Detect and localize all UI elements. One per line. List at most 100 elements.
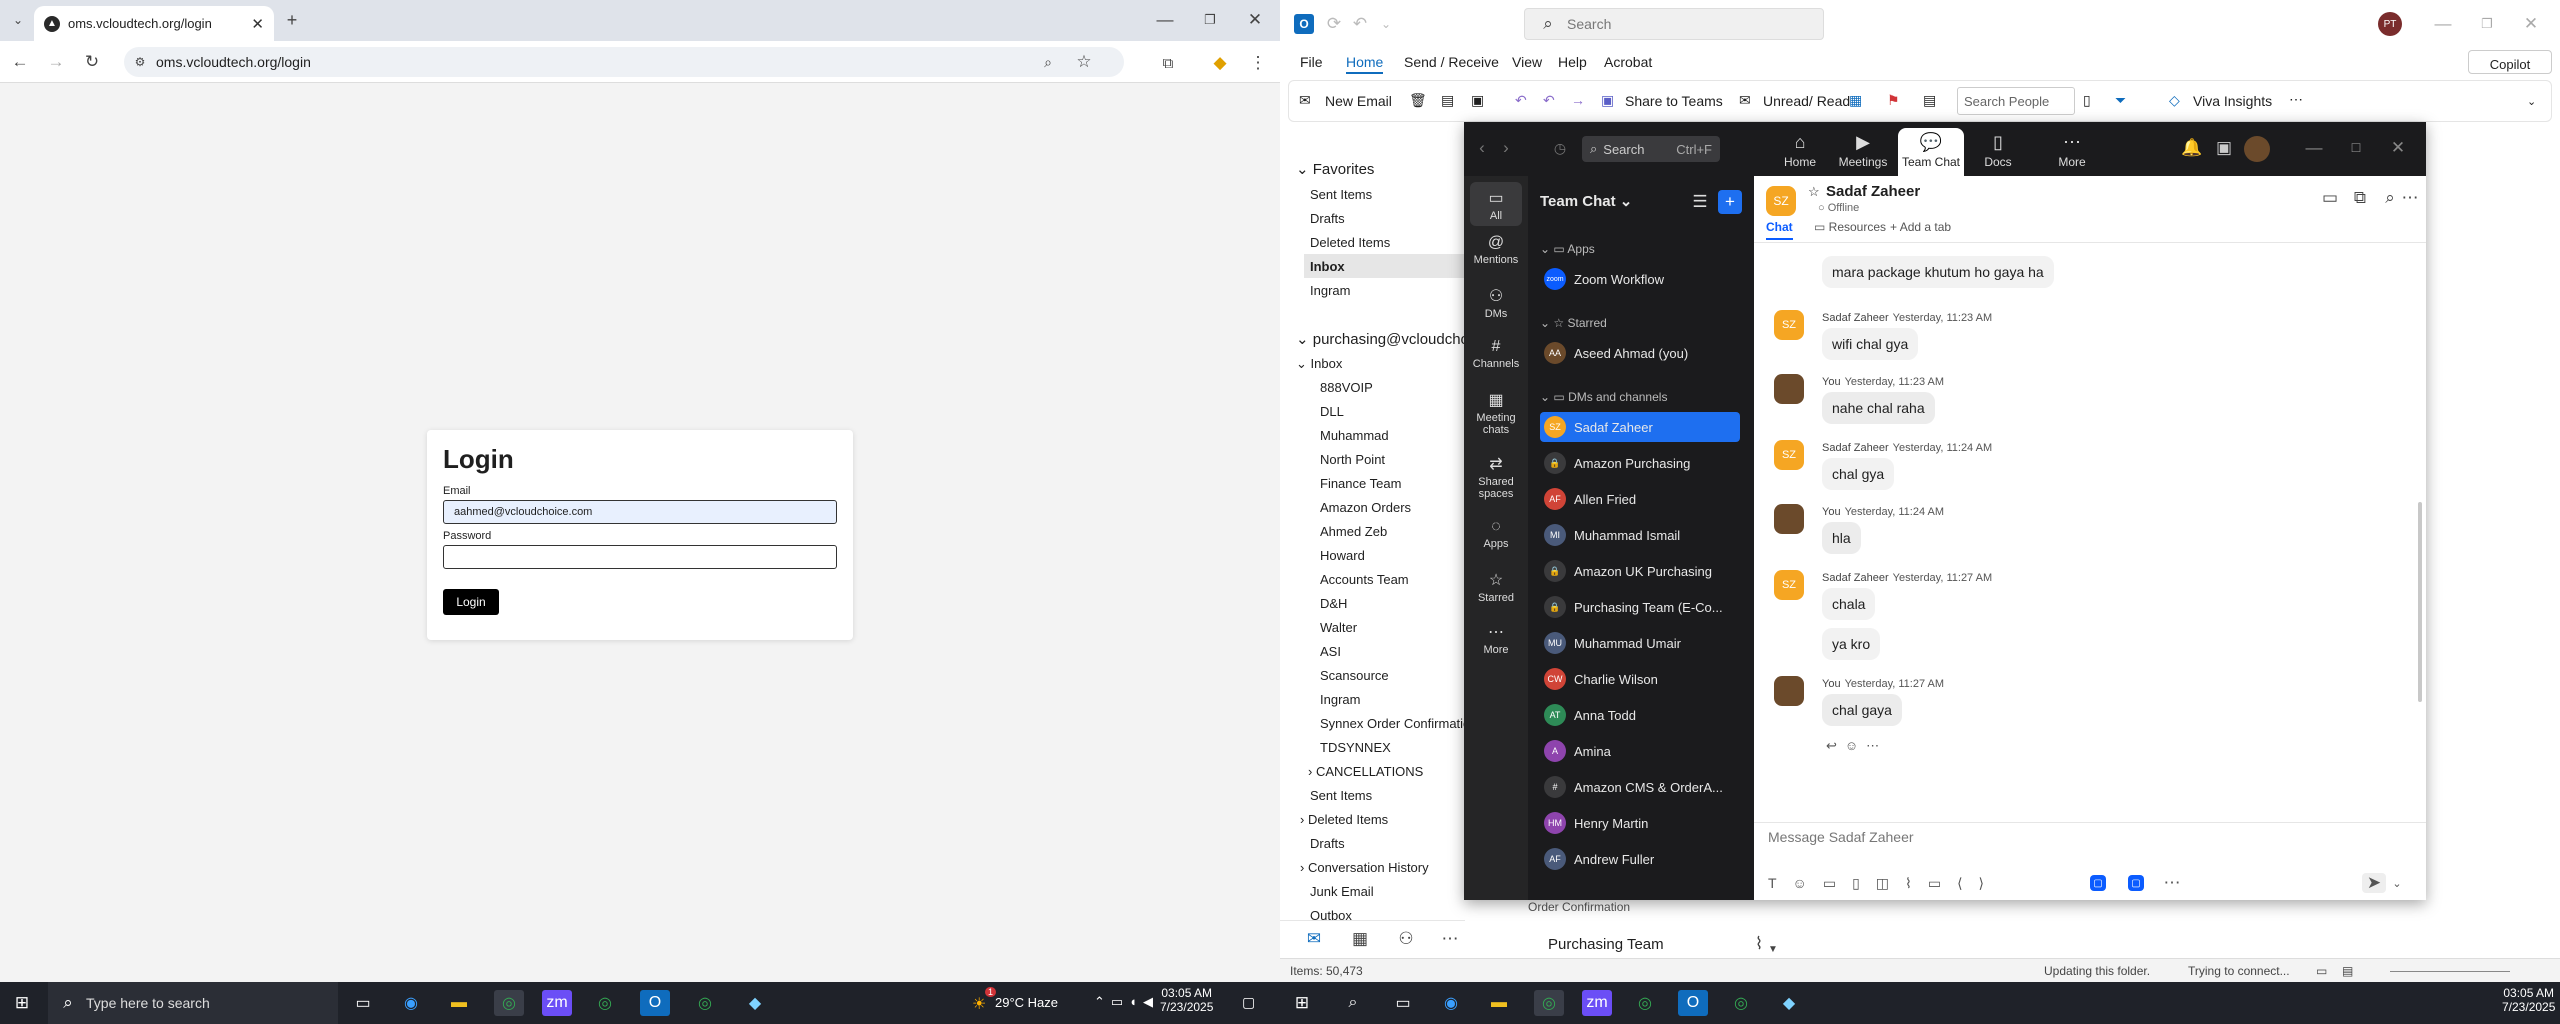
new-tab-icon[interactable]: + <box>280 10 304 30</box>
message-list-item[interactable]: Order Confirmation <box>1528 900 1630 914</box>
rail-shared-spaces[interactable]: ⇄ Shared spaces <box>1464 454 1528 500</box>
menu-acrobat[interactable]: Acrobat <box>1604 54 1652 70</box>
avatar[interactable]: PT <box>2378 12 2402 36</box>
rail-mentions[interactable]: @ Mentions <box>1464 234 1528 266</box>
rail-apps[interactable]: ◌ Apps <box>1464 518 1528 550</box>
forward-icon[interactable]: › <box>1498 138 1514 158</box>
folder-item[interactable]: Sent Items <box>1310 788 1372 803</box>
folder-item[interactable]: Walter <box>1320 620 1357 635</box>
app-icon[interactable]: ◆ <box>1774 990 1804 1016</box>
move-icon[interactable]: ▣ <box>1471 92 1484 109</box>
bell-icon[interactable]: 🔔 <box>2181 138 2202 158</box>
tab-add[interactable]: + Add a tab <box>1890 220 1951 234</box>
nav-team-chat[interactable]: 💬 Team Chat <box>1898 128 1964 176</box>
list-item[interactable]: CW Charlie Wilson <box>1540 664 1740 694</box>
file-explorer-icon[interactable]: ▬ <box>444 990 474 1016</box>
outlook-app-icon[interactable]: O <box>640 990 670 1016</box>
video-call-icon[interactable]: ▭ <box>2320 188 2340 208</box>
login-button[interactable]: Login <box>443 589 499 615</box>
chrome-icon-2[interactable]: ◎ <box>590 990 620 1016</box>
task-view-icon[interactable]: ▭ <box>348 990 378 1016</box>
restore-icon[interactable]: ❐ <box>1195 8 1225 32</box>
folder-item[interactable]: TDSYNNEX <box>1320 740 1391 755</box>
chat-scrollbar[interactable] <box>2418 502 2422 702</box>
forward-icon[interactable]: → <box>1571 92 1585 108</box>
list-item[interactable]: AF Allen Fried <box>1540 484 1740 514</box>
rules-icon[interactable]: ▤ <box>1923 92 1936 109</box>
chrome-icon[interactable]: ◎ <box>494 990 524 1016</box>
folder-item[interactable]: Howard <box>1320 548 1365 563</box>
filter-icon[interactable]: ⏷ <box>2115 92 2126 109</box>
copilot-button[interactable]: Copilot <box>2468 50 2552 74</box>
menu-file[interactable]: File <box>1300 54 1323 70</box>
restore-icon[interactable]: ❐ <box>2474 12 2500 36</box>
extensions-icon[interactable]: ⧉ <box>1156 52 1180 74</box>
qat-dropdown-icon[interactable]: ⌄ <box>1376 14 1396 34</box>
undo-icon[interactable]: ↶ <box>1350 14 1370 34</box>
outlook-search-box[interactable]: ⌕ Search <box>1524 8 1824 40</box>
chrome-icon-3[interactable]: ◎ <box>690 990 720 1016</box>
list-item[interactable]: A Amina <box>1540 736 1740 766</box>
folder-item-conversation-history[interactable]: › Conversation History <box>1300 860 1429 875</box>
minimize-icon[interactable]: — <box>2430 12 2456 36</box>
folder-item[interactable]: Finance Team <box>1320 476 1401 491</box>
browser-tab[interactable]: ▲ oms.vcloudtech.org/login ✕ <box>34 6 274 41</box>
chat-title[interactable]: Sadaf Zaheer <box>1826 183 1920 200</box>
delete-icon[interactable]: 🗑 <box>1409 92 1427 109</box>
folder-item-deleted[interactable]: › Deleted Items <box>1300 812 1388 827</box>
app-icon[interactable]: ◆ <box>740 990 770 1016</box>
history-icon[interactable]: ◷ <box>1550 138 1570 158</box>
list-item-aseed-ahmad[interactable]: AA Aseed Ahmad (you) <box>1540 338 1740 368</box>
list-item[interactable]: # Amazon CMS & OrderA... <box>1540 772 1740 802</box>
search-people-field[interactable]: Search People <box>1957 87 2075 115</box>
folder-item[interactable]: Outbox <box>1310 908 1352 920</box>
clock[interactable]: 03:05 AM 7/23/2025 <box>1160 986 1213 1014</box>
tab-search-icon[interactable]: ⌄ <box>6 10 30 30</box>
zoom-icon[interactable]: ⌕ <box>1038 52 1058 72</box>
reply-icon[interactable]: ↶ <box>1515 92 1527 109</box>
zoom-slider[interactable] <box>2390 971 2510 972</box>
more-options-icon[interactable]: ⋯ <box>2400 188 2420 208</box>
view-reading-icon[interactable]: ▤ <box>2342 964 2353 978</box>
taskbar-search[interactable]: ⌕ Type here to search <box>48 982 338 1024</box>
email-field[interactable]: aahmed@vcloudchoice.com <box>443 500 837 524</box>
folder-item[interactable]: Ingram <box>1320 692 1360 707</box>
list-item[interactable]: AT Anna Todd <box>1540 700 1740 730</box>
share-to-teams-button[interactable]: Share to Teams <box>1625 93 1723 109</box>
weather-text[interactable]: 29°C Haze <box>995 995 1058 1010</box>
send-icon[interactable]: ➤ <box>2362 873 2386 893</box>
browser-menu-icon[interactable]: ⋮ <box>1246 52 1270 74</box>
tab-resources[interactable]: ▭ Resources <box>1814 220 1886 234</box>
unread-read-button[interactable]: Unread/ Read <box>1763 93 1850 109</box>
categorize-icon[interactable]: ▦ <box>1849 92 1862 109</box>
edge-icon[interactable]: ◉ <box>396 990 426 1016</box>
folder-item[interactable]: Drafts <box>1310 836 1345 851</box>
folder-item[interactable]: 888VOIP <box>1320 380 1373 395</box>
whiteboard-icon[interactable]: ▣ <box>2214 138 2234 158</box>
rail-all[interactable]: ▭ All <box>1470 182 1522 226</box>
archive-icon[interactable]: ▤ <box>1441 92 1454 109</box>
extension-badge-icon[interactable]: ◆ <box>1208 52 1232 74</box>
folder-item-cancellations[interactable]: › CANCELLATIONS <box>1308 764 1423 779</box>
view-normal-icon[interactable]: ▭ <box>2316 964 2327 978</box>
windows-start-icon[interactable]: ⊞ <box>1290 992 1314 1014</box>
section-dms[interactable]: ⌄ ▭ DMs and channels <box>1540 390 1667 404</box>
list-item[interactable]: AF Andrew Fuller <box>1540 844 1740 874</box>
folder-item[interactable]: Sent Items <box>1310 187 1372 202</box>
teams-search[interactable]: ⌕ Search Ctrl+F <box>1582 136 1720 162</box>
address-bar[interactable]: ⚙ oms.vcloudtech.org/login ☆ ⌕ <box>124 47 1124 77</box>
team-chat-header[interactable]: Team Chat ⌄ <box>1540 192 1632 210</box>
close-window-icon[interactable]: ✕ <box>2518 12 2544 36</box>
compose-input[interactable]: Message Sadaf Zaheer <box>1768 829 1914 845</box>
edge-icon[interactable]: ◉ <box>1436 990 1466 1016</box>
section-apps[interactable]: ⌄ ▭ Apps <box>1540 242 1595 256</box>
menu-help[interactable]: Help <box>1558 54 1587 70</box>
compose-toolbar[interactable]: T☺▭▯◫⌇▭⟨⟩ <box>1768 875 2000 892</box>
close-window-icon[interactable]: ✕ <box>2388 138 2408 158</box>
folder-item-inbox[interactable]: Inbox <box>1304 254 1465 278</box>
task-view-icon[interactable]: ▭ <box>1388 990 1418 1016</box>
folder-item[interactable]: Ahmed Zeb <box>1320 524 1387 539</box>
forward-icon[interactable]: → <box>44 51 68 73</box>
zoom-app-icon[interactable]: zm <box>542 990 572 1016</box>
viva-insights-button[interactable]: Viva Insights <box>2193 93 2272 109</box>
